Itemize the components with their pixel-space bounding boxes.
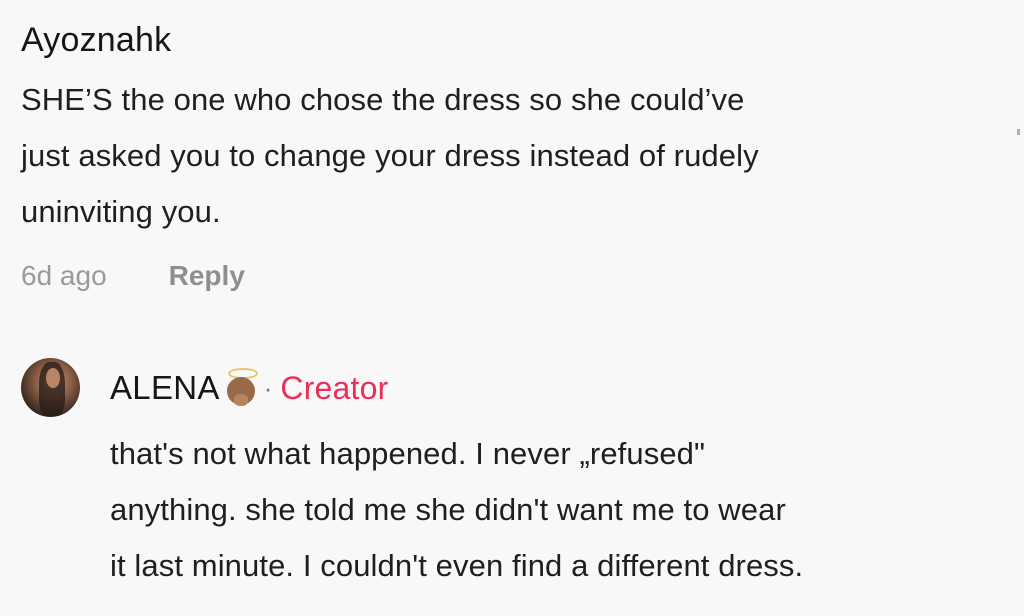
reply-text-line: that's not what happened. I never „refus… bbox=[110, 436, 706, 471]
avatar-face bbox=[46, 368, 60, 388]
reply-username[interactable]: ALENA bbox=[110, 369, 220, 407]
comment-text-line: just asked you to change your dress inst… bbox=[21, 138, 759, 173]
reply-text-line: it last minute. I couldn't even find a d… bbox=[110, 548, 804, 583]
reply-body: ALENA · Creator that's not what happened… bbox=[110, 356, 803, 594]
comment-text-line: SHE’S the one who chose the dress so she… bbox=[21, 82, 745, 117]
reply-header: ALENA · Creator bbox=[110, 356, 803, 420]
separator-dot: · bbox=[263, 372, 273, 403]
reply-button[interactable]: Reply bbox=[169, 258, 245, 294]
user-avatar[interactable] bbox=[21, 358, 80, 417]
scrollbar-indicator[interactable] bbox=[1017, 129, 1020, 135]
comment-text: SHE’S the one who chose the dress so she… bbox=[21, 72, 1001, 240]
comment-username[interactable]: Ayoznahk bbox=[21, 18, 1001, 62]
comment-timestamp: 6d ago bbox=[21, 260, 107, 291]
baby-angel-emoji-icon bbox=[222, 368, 260, 408]
comments-panel: Ayoznahk SHE’S the one who chose the dre… bbox=[0, 0, 1024, 616]
creator-badge: Creator bbox=[280, 369, 389, 406]
comment-item: Ayoznahk SHE’S the one who chose the dre… bbox=[21, 18, 1001, 294]
emoji-hands bbox=[233, 394, 248, 406]
comment-text-line: uninviting you. bbox=[21, 194, 221, 229]
comment-meta: 6d ago Reply bbox=[21, 258, 1001, 294]
reply-text: that's not what happened. I never „refus… bbox=[110, 426, 803, 594]
reply-text-line: anything. she told me she didn't want me… bbox=[110, 492, 786, 527]
